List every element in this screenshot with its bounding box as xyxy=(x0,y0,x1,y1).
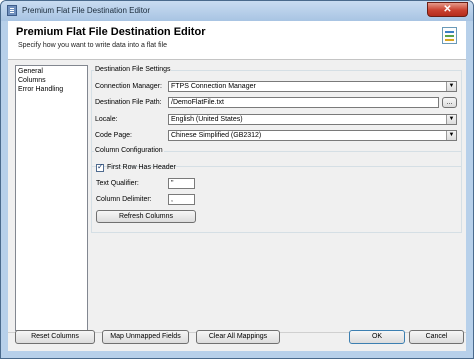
connection-manager-select[interactable]: FTPS Connection Manager ▼ xyxy=(168,81,457,92)
locale-value: English (United States) xyxy=(171,116,243,123)
header-title: Premium Flat File Destination Editor xyxy=(16,26,206,38)
column-delimiter-input[interactable]: , xyxy=(168,194,195,205)
nav-list: General Columns Error Handling xyxy=(15,65,88,331)
chevron-down-icon[interactable]: ▼ xyxy=(446,131,456,140)
locale-select[interactable]: English (United States) ▼ xyxy=(168,114,457,125)
dialog-window: Premium Flat File Destination Editor ✕ P… xyxy=(0,0,474,359)
nav-item-error-handling[interactable]: Error Handling xyxy=(18,86,63,93)
first-row-header-checkbox[interactable] xyxy=(96,162,104,172)
clear-all-mappings-button[interactable]: Clear All Mappings xyxy=(196,330,280,344)
title-bar[interactable]: Premium Flat File Destination Editor ✕ xyxy=(1,1,473,21)
destination-settings-legend: Destination File Settings xyxy=(94,66,172,73)
nav-item-general[interactable]: General xyxy=(18,68,43,75)
dialog-content: Premium Flat File Destination Editor Spe… xyxy=(8,21,466,351)
nav-item-columns[interactable]: Columns xyxy=(18,77,46,84)
column-configuration-legend: Column Configuration xyxy=(94,147,164,154)
ok-button[interactable]: OK xyxy=(349,330,405,344)
locale-label: Locale: xyxy=(95,116,118,123)
window-title: Premium Flat File Destination Editor xyxy=(22,6,151,15)
close-button[interactable]: ✕ xyxy=(427,2,468,17)
close-icon: ✕ xyxy=(443,4,452,15)
flat-file-icon xyxy=(442,27,457,44)
browse-button[interactable]: ... xyxy=(442,97,457,108)
refresh-columns-button[interactable]: Refresh Columns xyxy=(96,210,196,223)
column-delimiter-label: Column Delimiter: xyxy=(96,196,152,203)
code-page-select[interactable]: Chinese Simplified (GB2312) ▼ xyxy=(168,130,457,141)
text-qualifier-label: Text Qualifier: xyxy=(96,180,139,187)
connection-manager-label: Connection Manager: xyxy=(95,83,162,90)
code-page-value: Chinese Simplified (GB2312) xyxy=(171,132,262,139)
text-qualifier-input[interactable]: " xyxy=(168,178,195,189)
first-row-header-label: First Row Has Header xyxy=(107,164,176,171)
cancel-button[interactable]: Cancel xyxy=(409,330,464,344)
app-icon xyxy=(7,5,17,16)
header-subtitle: Specify how you want to write data into … xyxy=(18,42,168,49)
reset-columns-button[interactable]: Reset Columns xyxy=(15,330,95,344)
chevron-down-icon[interactable]: ▼ xyxy=(446,115,456,124)
file-path-input[interactable]: /DemoFlatFile.txt xyxy=(168,97,439,108)
map-unmapped-fields-button[interactable]: Map Unmapped Fields xyxy=(102,330,189,344)
chevron-down-icon[interactable]: ▼ xyxy=(446,82,456,91)
code-page-label: Code Page: xyxy=(95,132,132,139)
file-path-label: Destination File Path: xyxy=(95,99,162,106)
dialog-header: Premium Flat File Destination Editor Spe… xyxy=(8,21,466,60)
connection-manager-value: FTPS Connection Manager xyxy=(171,83,256,90)
